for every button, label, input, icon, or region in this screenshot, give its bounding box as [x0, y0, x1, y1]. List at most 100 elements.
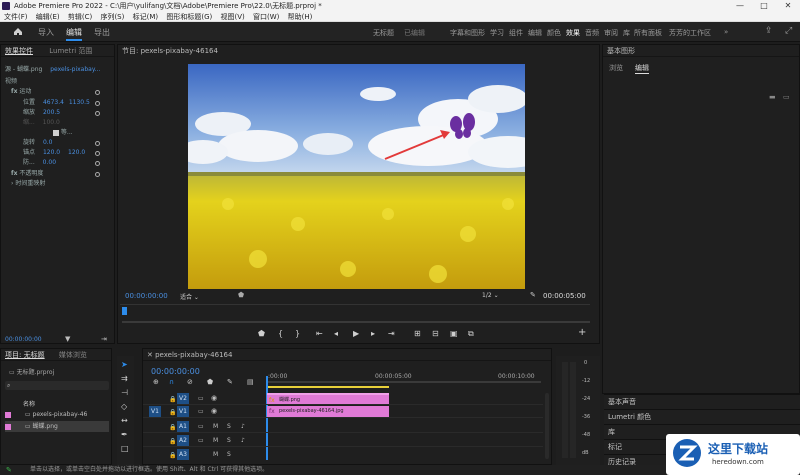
reset-icon[interactable]: [95, 161, 100, 166]
settings-icon[interactable]: ⬟: [238, 291, 244, 299]
uniform-checkbox[interactable]: [53, 129, 59, 136]
minimize-button[interactable]: —: [728, 0, 752, 12]
comparison-view-icon[interactable]: ⧉: [468, 329, 474, 339]
tab-effect-controls[interactable]: 效果控件: [5, 47, 33, 55]
mute-icon[interactable]: M: [213, 423, 218, 430]
workspace-color[interactable]: 颜色: [547, 28, 561, 38]
nav-edit[interactable]: 编辑: [66, 27, 82, 41]
new-layer-icon[interactable]: ▭: [783, 93, 790, 101]
workspace-effects[interactable]: 效果: [566, 28, 580, 38]
sync-icon[interactable]: ▭: [198, 408, 204, 415]
filter-icon[interactable]: ▼: [65, 335, 70, 343]
tab-browse[interactable]: 浏览: [609, 63, 623, 73]
pen-tool-icon[interactable]: ✒: [121, 430, 128, 439]
menu-markers[interactable]: 标记(M): [133, 13, 159, 21]
wrench-icon[interactable]: ✎: [530, 291, 536, 299]
reset-icon[interactable]: [95, 172, 100, 177]
resolution-dropdown[interactable]: 1/2 ⌄: [482, 292, 499, 299]
ripple-edit-icon[interactable]: ⊣: [121, 388, 128, 397]
rotation-value[interactable]: 0.0: [43, 139, 53, 146]
share-icon[interactable]: ⇪: [765, 26, 773, 36]
panel-essential-sound[interactable]: 基本声音: [604, 394, 800, 409]
tab-project[interactable]: 项目: 无标题: [5, 351, 45, 359]
eye-icon[interactable]: ◉: [211, 394, 217, 402]
monitor-zoom-bar[interactable]: [122, 321, 590, 323]
antiflicker-value[interactable]: 0.00: [43, 159, 56, 166]
go-to-in-icon[interactable]: ⇤: [316, 329, 323, 338]
step-back-icon[interactable]: ◂: [334, 329, 338, 338]
lock-icon[interactable]: 🔒: [169, 396, 176, 403]
selection-tool-icon[interactable]: ➤: [121, 360, 128, 369]
add-marker-icon[interactable]: ⬟: [207, 378, 213, 386]
project-item[interactable]: ▭ pexels-pixabay-46: [5, 409, 109, 420]
mark-out-icon[interactable]: }: [295, 329, 300, 338]
sync-icon[interactable]: ▭: [198, 395, 204, 402]
lock-icon[interactable]: 🔒: [169, 409, 176, 416]
lock-icon[interactable]: 🔒: [169, 452, 176, 459]
go-to-out-icon[interactable]: ⇥: [388, 329, 395, 338]
mute-icon[interactable]: M: [213, 437, 218, 444]
track-target-a1[interactable]: A1: [177, 421, 189, 432]
fit-dropdown[interactable]: 适合 ⌄: [180, 292, 199, 301]
clip-pexels[interactable]: fx pexels-pixabay-46164.jpg: [267, 406, 389, 417]
program-monitor-tab[interactable]: 节目: pexels-pixabay-46164: [118, 45, 599, 57]
solo-icon[interactable]: S: [227, 437, 231, 444]
workspace-menu-icon[interactable]: »: [724, 28, 728, 36]
sync-icon[interactable]: ▭: [198, 437, 204, 444]
tab-media-browser[interactable]: 媒体浏览: [59, 351, 87, 359]
snap-icon[interactable]: ∩: [169, 378, 174, 386]
playhead-marker[interactable]: [122, 307, 127, 315]
home-icon[interactable]: [13, 27, 23, 36]
mic-icon[interactable]: ♪: [241, 423, 245, 430]
position-y-value[interactable]: 1130.5: [69, 99, 90, 106]
reset-icon[interactable]: [95, 101, 100, 106]
eye-icon[interactable]: ◉: [211, 407, 217, 415]
workspace-captions[interactable]: 字幕和图形: [450, 28, 485, 38]
tab-edit[interactable]: 编辑: [635, 63, 649, 74]
anchor-y-value[interactable]: 120.0: [68, 149, 85, 156]
slip-tool-icon[interactable]: ↔: [121, 416, 128, 425]
nav-export[interactable]: 导出: [94, 27, 110, 38]
reset-icon[interactable]: [95, 141, 100, 146]
button-editor-icon[interactable]: +: [578, 327, 586, 338]
workspace-learn[interactable]: 学习: [490, 28, 504, 38]
menu-help[interactable]: 帮助(H): [288, 13, 313, 21]
captions-icon[interactable]: ▤: [247, 378, 254, 386]
nav-import[interactable]: 导入: [38, 27, 54, 38]
menu-graphics[interactable]: 图形和标题(G): [166, 13, 212, 21]
menu-view[interactable]: 视图(V): [220, 13, 244, 21]
step-forward-icon[interactable]: ▸: [371, 329, 375, 338]
sync-icon[interactable]: ▭: [198, 423, 204, 430]
insert-nest-icon[interactable]: ⊕: [153, 378, 159, 386]
mic-icon[interactable]: ♪: [241, 437, 245, 444]
workspace-assembly[interactable]: 组件: [509, 28, 523, 38]
close-button[interactable]: ✕: [776, 0, 800, 12]
play-icon[interactable]: ▶: [353, 329, 359, 338]
workspace-review[interactable]: 审阅: [604, 28, 618, 38]
lock-icon[interactable]: 🔒: [169, 438, 176, 445]
solo-icon[interactable]: S: [227, 423, 231, 430]
effect-controls-timecode[interactable]: 00:00:00:00: [5, 336, 42, 343]
program-timecode-in[interactable]: 00:00:00:00: [125, 292, 168, 300]
workspace-all-panels[interactable]: 所有面板: [634, 28, 662, 38]
mark-in-icon[interactable]: {: [278, 329, 283, 338]
menu-edit[interactable]: 编辑(E): [36, 13, 60, 21]
track-target-a3[interactable]: A3: [177, 449, 189, 460]
effect-time-remap[interactable]: › 时间重映射: [1, 179, 113, 188]
rectangle-tool-icon[interactable]: □: [121, 444, 129, 453]
monitor-timeruler[interactable]: [120, 304, 590, 315]
overwrite-icon[interactable]: ⊟: [432, 329, 439, 338]
scale-value[interactable]: 200.5: [43, 109, 60, 116]
workspace-edit[interactable]: 编辑: [528, 28, 542, 38]
track-target-v2[interactable]: V2: [177, 393, 189, 404]
timeline-tab[interactable]: ✕ pexels-pixabay-46164: [143, 349, 551, 361]
track-target-a2[interactable]: A2: [177, 435, 189, 446]
menu-clip[interactable]: 剪辑(C): [68, 13, 92, 21]
program-video-frame[interactable]: [188, 64, 525, 289]
source-selector[interactable]: 源 - 蝴蝶.png pexels-pixabay...: [1, 65, 113, 74]
track-select-icon[interactable]: ⇉: [121, 374, 128, 383]
tab-lumetri-scopes[interactable]: Lumetri 范围: [49, 47, 92, 55]
razor-tool-icon[interactable]: ◇: [121, 402, 127, 411]
insert-icon[interactable]: ⊞: [414, 329, 421, 338]
workspace-audio[interactable]: 音频: [585, 28, 599, 38]
